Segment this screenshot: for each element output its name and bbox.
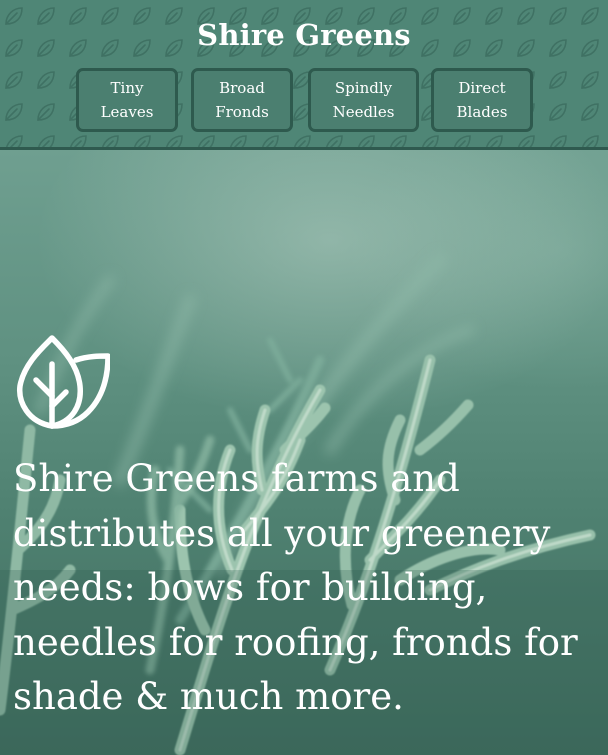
main-nav: Tiny Leaves Broad Fronds Spindly Needles… — [0, 68, 608, 134]
nav-label-line2: Fronds — [215, 103, 269, 121]
leaf-logo-icon — [17, 335, 110, 429]
nav-direct-blades-button[interactable]: Direct Blades — [431, 68, 533, 132]
nav-tiny-leaves-button[interactable]: Tiny Leaves — [76, 68, 178, 132]
site-title: Shire Greens — [197, 18, 411, 52]
hero-section: Shire Greens farms and distributes all y… — [0, 150, 608, 755]
nav-label-line1: Broad — [219, 79, 265, 97]
nav-label-line2: Leaves — [100, 103, 154, 121]
nav-broad-fronds-button[interactable]: Broad Fronds — [191, 68, 293, 132]
nav-label-line2: Blades — [456, 103, 508, 121]
site-header: Shire Greens Tiny Leaves Broad Fronds Sp… — [0, 0, 608, 150]
nav-label-line1: Spindly — [334, 79, 393, 97]
nav-label-line1: Direct — [458, 79, 506, 97]
nav-spindly-needles-button[interactable]: Spindly Needles — [308, 68, 419, 132]
hero-tagline: Shire Greens farms and distributes all y… — [13, 457, 578, 718]
nav-label-line1: Tiny — [110, 79, 144, 97]
nav-label-line2: Needles — [332, 103, 395, 121]
